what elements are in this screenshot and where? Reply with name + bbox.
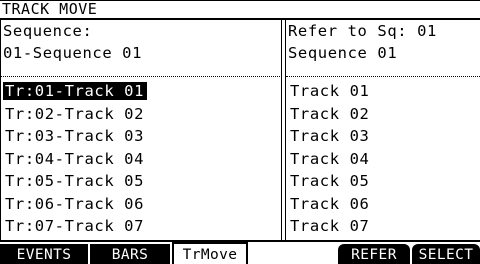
track-move-screen: TRACK MOVE Sequence: 01-Sequence 01 Tr:0… [0,0,480,264]
dotted-divider [286,76,480,77]
reference-track-row[interactable]: Track 03 [286,125,480,148]
reference-sequence-name: Sequence 01 [288,44,398,62]
reference-track-row[interactable]: Track 01 [286,80,480,103]
tab-trmove[interactable]: TrMove [172,242,248,264]
source-pane: Sequence: 01-Sequence 01 Tr:01-Track 01 … [0,20,282,240]
tab-events[interactable]: EVENTS [0,244,88,264]
softkey-bar: EVENTS BARS TrMove REFER SELECT [0,240,480,264]
select-button[interactable]: SELECT [412,244,480,264]
source-track-row-selected[interactable]: Tr:01-Track 01 [1,80,282,103]
source-track-row[interactable]: Tr:07-Track 07 [1,215,282,238]
dotted-divider [1,76,282,77]
source-track-label: Tr:01-Track 01 [3,82,148,100]
reference-track-row[interactable]: Track 05 [286,170,480,193]
pane-divider [281,20,282,240]
source-track-row[interactable]: Tr:05-Track 05 [1,170,282,193]
source-track-row[interactable]: Tr:02-Track 02 [1,103,282,126]
reference-pane: Refer to Sq: 01 Sequence 01 Track 01 Tra… [286,20,480,240]
source-track-list: Tr:01-Track 01 Tr:02-Track 02 Tr:03-Trac… [1,80,282,238]
reference-track-row[interactable]: Track 04 [286,148,480,171]
source-sequence-field[interactable]: 01-Sequence 01 [1,42,282,65]
tab-bars[interactable]: BARS [90,244,170,264]
source-sequence-label: Sequence: [3,22,93,40]
reference-track-row[interactable]: Track 02 [286,103,480,126]
page-title: TRACK MOVE [0,0,480,20]
refer-button[interactable]: REFER [338,244,410,264]
reference-track-row[interactable]: Track 07 [286,215,480,238]
source-track-row[interactable]: Tr:06-Track 06 [1,193,282,216]
source-track-row[interactable]: Tr:04-Track 04 [1,148,282,171]
reference-sequence-field[interactable]: Refer to Sq: 01 [286,20,480,43]
reference-track-list: Track 01 Track 02 Track 03 Track 04 Trac… [286,80,480,238]
source-track-row[interactable]: Tr:03-Track 03 [1,125,282,148]
reference-track-row[interactable]: Track 06 [286,193,480,216]
